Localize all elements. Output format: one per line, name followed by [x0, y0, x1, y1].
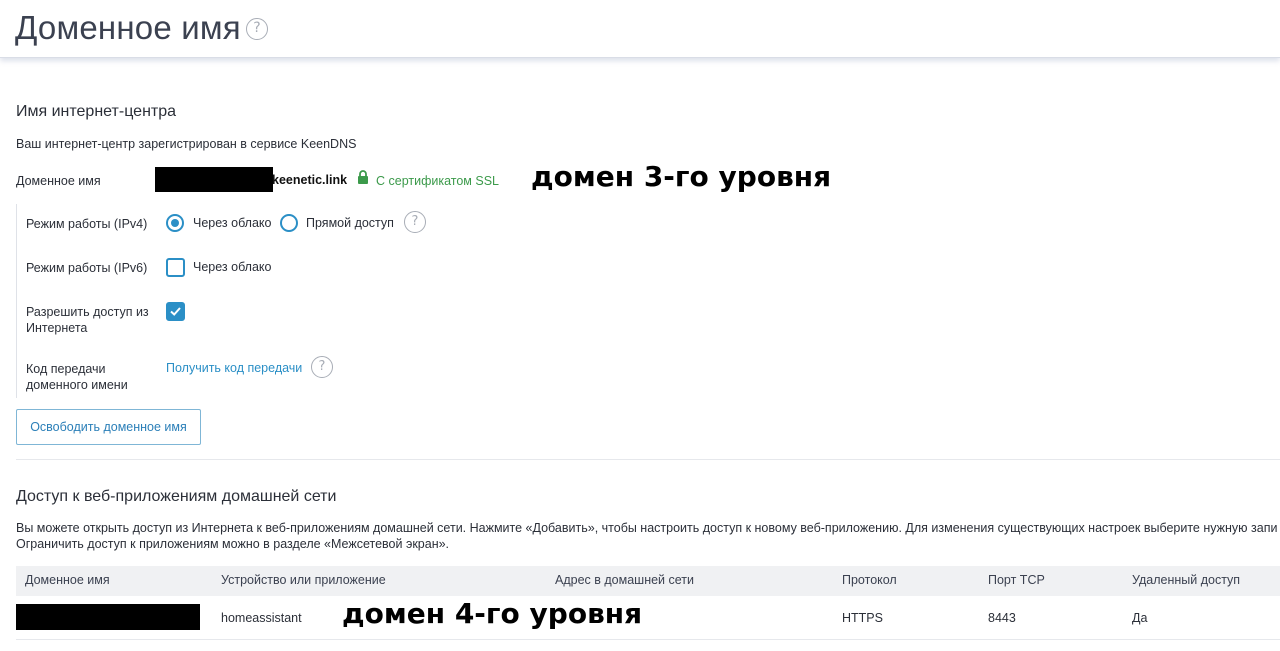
ipv4-cloud-label[interactable]: Через облако [193, 216, 271, 230]
column-header[interactable]: Удаленный доступ [1132, 573, 1240, 587]
port-cell: 8443 [988, 611, 1016, 625]
column-header[interactable]: Протокол [842, 573, 897, 587]
ipv4-cloud-radio[interactable] [166, 214, 184, 232]
internet-access-label: Разрешить доступ из Интернета [26, 305, 149, 335]
ssl-status: С сертификатом SSL [376, 174, 500, 188]
help-icon[interactable]: ? [404, 211, 426, 233]
annotation-4th-level: домен 4-го уровня [342, 597, 643, 630]
ipv4-direct-label[interactable]: Прямой доступ [306, 216, 394, 230]
check-icon [170, 307, 181, 316]
ipv4-direct-radio[interactable] [280, 214, 298, 232]
column-header[interactable]: Порт TCP [988, 573, 1045, 587]
help-icon[interactable]: ? [311, 356, 333, 378]
domain-suffix: keenetic.link [272, 173, 348, 187]
protocol-cell: HTTPS [842, 611, 883, 625]
page-title: Доменное имя [15, 9, 241, 46]
page-header: Доменное имя ? [0, 0, 1280, 58]
lock-icon [358, 170, 368, 184]
section-title-webapps: Доступ к веб-приложениям домашней сети [16, 488, 337, 505]
webapps-description-2: Ограничить доступ к приложениям можно в … [16, 537, 450, 551]
ipv6-cloud-label[interactable]: Через облако [193, 260, 271, 274]
internet-access-checkbox[interactable] [166, 302, 185, 321]
ipv6-cloud-checkbox[interactable] [166, 258, 185, 277]
column-header[interactable]: Доменное имя [25, 573, 110, 587]
column-header[interactable]: Устройство или приложение [221, 573, 386, 587]
domain-name-label: Доменное имя [16, 174, 101, 188]
transfer-code-label: Код передачи доменного имени [26, 362, 128, 392]
ipv4-mode-label: Режим работы (IPv4) [26, 217, 148, 231]
device-cell: homeassistant [221, 611, 302, 625]
table-row[interactable]: homeassistant HTTPS 8443 Да [16, 596, 1280, 640]
column-header[interactable]: Адрес в домашней сети [555, 573, 694, 587]
section-title-keendns: Имя интернет-центра [16, 103, 177, 120]
registered-text: Ваш интернет-центр зарегистрирован в сер… [16, 137, 357, 151]
get-transfer-code-link[interactable]: Получить код передачи [166, 361, 302, 375]
redacted-domain [16, 604, 200, 630]
redacted-domain [155, 167, 273, 192]
table-header: Доменное имя Устройство или приложение А… [16, 566, 1280, 596]
settings-group-line [16, 204, 17, 398]
webapps-description-1: Вы можете открыть доступ из Интернета к … [16, 521, 1278, 535]
help-icon[interactable]: ? [246, 18, 268, 40]
section-divider [16, 459, 1280, 460]
release-domain-button[interactable]: Освободить доменное имя [16, 409, 201, 445]
annotation-3rd-level: домен 3-го уровня [531, 160, 832, 193]
remote-access-cell: Да [1132, 611, 1148, 625]
ipv6-mode-label: Режим работы (IPv6) [26, 261, 148, 275]
